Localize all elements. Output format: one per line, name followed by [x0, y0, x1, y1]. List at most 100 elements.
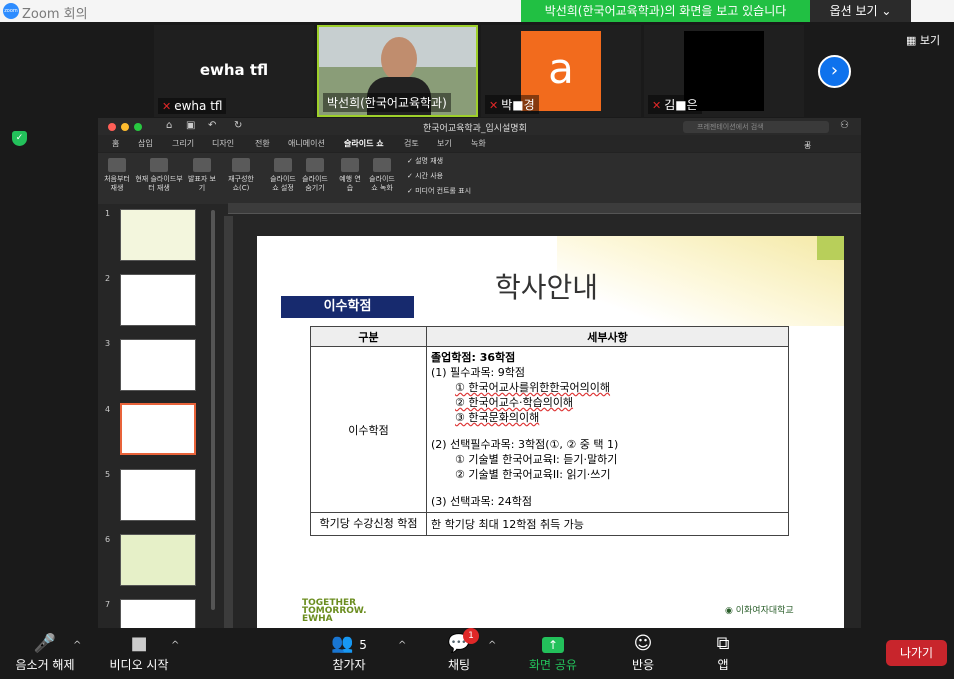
custom-show-label: 재구성한 쇼(C) — [228, 175, 254, 192]
media-controls-label: 미디어 컨트롤 표시 — [415, 187, 472, 195]
slideshow-setup-button[interactable]: 슬라이드 쇼 설정 — [268, 158, 298, 193]
leave-button[interactable]: 나가기 — [886, 640, 947, 666]
chevron-up-icon[interactable]: ^ — [73, 640, 81, 651]
use-timings-label: 시간 사용 — [415, 172, 444, 180]
use-timings-checkbox[interactable]: ✓ 시간 사용 — [407, 171, 443, 181]
share-screen-icon: ↑ — [508, 632, 598, 656]
ppt-search-input[interactable]: 프레젠테이션에서 검색 — [683, 121, 829, 133]
undo-icon[interactable]: ↶ — [208, 120, 216, 131]
slide-number: 2 — [105, 274, 111, 283]
slide-thumbnail-5[interactable] — [120, 469, 196, 521]
hide-slide-button[interactable]: 슬라이드 숨기기 — [300, 158, 330, 193]
powerpoint-window: ⌂ ▣ ↶ ↻ 한국어교육학과_입시설명회 프레젠테이션에서 검색 ⚇ 홈 삽입… — [98, 118, 861, 628]
play-from-start-button[interactable]: 처음부터 재생 — [102, 158, 132, 193]
selective-required-courses: (2) 선택필수과목: 3학점(①, ② 중 택 1) — [431, 438, 619, 451]
unmute-button[interactable]: 🎤 음소거 해제 — [0, 632, 90, 673]
share-banner: 박선희(한국어교육학과)의 화면을 보고 있습니다 — [521, 0, 810, 22]
play-from-current-button[interactable]: 현재 슬라이드부터 재생 — [134, 158, 184, 193]
participant-tile-kim[interactable]: ✕ 김■은 — [644, 25, 804, 117]
home-icon[interactable]: ⌂ — [166, 120, 172, 131]
participant-tile-speaker[interactable]: 박선희(한국어교육학과) — [317, 25, 478, 117]
tab-view[interactable]: 보기 — [437, 138, 452, 149]
reactions-button[interactable]: ☺ 반응 — [598, 632, 688, 673]
participant-name: ewha tfl — [174, 99, 223, 113]
ribbon-tabs: 홈 삽입 그리기 디자인 전환 애니메이션 슬라이드 쇼 검토 보기 녹화 + 공… — [98, 136, 861, 161]
slide-number: 6 — [105, 535, 111, 544]
chat-button[interactable]: 💬 채팅 — [414, 632, 504, 673]
record-slideshow-label: 슬라이드 쇼 녹화 — [369, 175, 395, 192]
slide-number: 3 — [105, 339, 111, 348]
slide-title: 학사안내 — [495, 271, 599, 304]
apps-button[interactable]: ⧉ 앱 — [678, 632, 768, 673]
participants-button[interactable]: 👥 5 참가자 — [304, 632, 394, 673]
elective-courses: (3) 선택과목: 24학점 — [431, 495, 532, 508]
slide-thumbnail-4[interactable] — [120, 403, 196, 455]
selective-course-2: ② 기술별 한국어교육II: 읽기·쓰기 — [455, 468, 611, 481]
tab-review[interactable]: 검토 — [404, 138, 419, 149]
account-icon[interactable]: ⚇ — [840, 120, 849, 131]
tab-animations[interactable]: 애니메이션 — [288, 138, 325, 149]
tab-transitions[interactable]: 전환 — [255, 138, 270, 149]
record-slideshow-icon — [373, 158, 391, 172]
required-courses: (1) 필수과목: 9학점 — [431, 366, 525, 379]
tab-design[interactable]: 디자인 — [212, 138, 234, 149]
required-course-2: ② 한국어교수·학습의이해 — [455, 396, 574, 409]
security-shield-icon[interactable]: ✓ — [12, 131, 27, 146]
participant-count: 5 — [359, 638, 367, 652]
view-button[interactable]: ▦ 보기 — [906, 32, 940, 48]
tab-home[interactable]: 홈 — [112, 138, 119, 149]
thumbnail-scrollbar[interactable] — [211, 210, 215, 610]
close-window-button[interactable] — [108, 123, 116, 131]
slideshow-setup-icon — [274, 158, 292, 172]
checkmark-icon: ✓ — [407, 187, 416, 195]
tab-slideshow[interactable]: 슬라이드 쇼 — [344, 138, 384, 149]
apps-label: 앱 — [717, 658, 729, 672]
selective-course-1: ① 기술별 한국어교육I: 듣기·말하기 — [455, 453, 618, 466]
required-course-3: ③ 한국문화의이해 — [455, 411, 540, 424]
record-slideshow-button[interactable]: 슬라이드 쇼 녹화 — [366, 158, 398, 193]
chevron-up-icon[interactable]: ^ — [488, 640, 496, 651]
slide-thumbnail-6[interactable] — [120, 534, 196, 586]
meeting-controls: 🎤 음소거 해제 ^ ■ 비디오 시작 ^ 👥 5 참가자 ^ 💬 채팅 1 ^ ↑ 화면… — [0, 628, 954, 679]
play-from-start-icon — [108, 158, 126, 172]
tab-insert[interactable]: 삽입 — [138, 138, 153, 149]
chevron-down-icon: ⌄ — [881, 4, 892, 18]
tab-draw[interactable]: 그리기 — [172, 138, 194, 149]
header-category: 구분 — [310, 326, 427, 347]
slide-thumbnail-7[interactable] — [120, 599, 196, 628]
slide-number: 4 — [105, 405, 111, 414]
ewha-university-logo: ◉ 이화여자대학교 — [725, 603, 794, 616]
slide-number: 7 — [105, 600, 111, 609]
custom-show-button[interactable]: 재구성한 쇼(C) — [226, 158, 256, 193]
ewha-emblem-icon: ◉ — [725, 606, 733, 616]
share-screen-label: 화면 공유 — [529, 658, 577, 672]
participant-tile-park[interactable]: a ✕ 박■경 — [481, 25, 641, 117]
slide-decoration — [557, 236, 844, 326]
view-options-button[interactable]: 옵션 보기 ⌄ — [810, 0, 911, 22]
credits-table: 구분 세부사항 이수학점 졸업학점: 36학점 (1) 필수과목: 9학점 ① … — [310, 326, 789, 536]
chevron-up-icon[interactable]: ^ — [398, 640, 406, 651]
next-page-button[interactable]: › — [818, 55, 851, 88]
save-icon[interactable]: ▣ — [186, 120, 195, 131]
slide-thumbnail-2[interactable] — [120, 274, 196, 326]
hide-slide-label: 슬라이드 숨기기 — [302, 175, 328, 192]
minimize-window-button[interactable] — [121, 123, 129, 131]
slideshow-setup-label: 슬라이드 쇼 설정 — [270, 175, 296, 192]
rehearse-button[interactable]: 예행 연습 — [338, 158, 362, 193]
slide-thumbnail-3[interactable] — [120, 339, 196, 391]
chevron-right-icon: › — [830, 60, 839, 81]
chevron-up-icon[interactable]: ^ — [171, 640, 179, 651]
share-screen-button[interactable]: ↑ 화면 공유 — [508, 632, 598, 673]
play-narration-checkbox[interactable]: ✓ 설명 재생 — [407, 156, 443, 166]
tab-record[interactable]: 녹화 — [471, 138, 486, 149]
slide-thumbnail-1[interactable] — [120, 209, 196, 261]
media-controls-checkbox[interactable]: ✓ 미디어 컨트롤 표시 — [407, 186, 471, 196]
participant-tile-ewha[interactable]: ewha tfl ✕ ewha tfl — [154, 25, 314, 117]
participant-name: 박■경 — [501, 98, 535, 112]
graduation-credits: 졸업학점: 36학점 — [431, 351, 516, 364]
redo-icon[interactable]: ↻ — [234, 120, 242, 131]
presenter-view-button[interactable]: 발표자 보기 — [188, 158, 216, 193]
start-video-button[interactable]: ■ 비디오 시작 — [94, 632, 184, 673]
maximize-window-button[interactable] — [134, 123, 142, 131]
slide-canvas[interactable]: 학사안내 이수학점 구분 세부사항 이수학점 졸업학점: 36학점 (1) 필수… — [257, 236, 844, 628]
